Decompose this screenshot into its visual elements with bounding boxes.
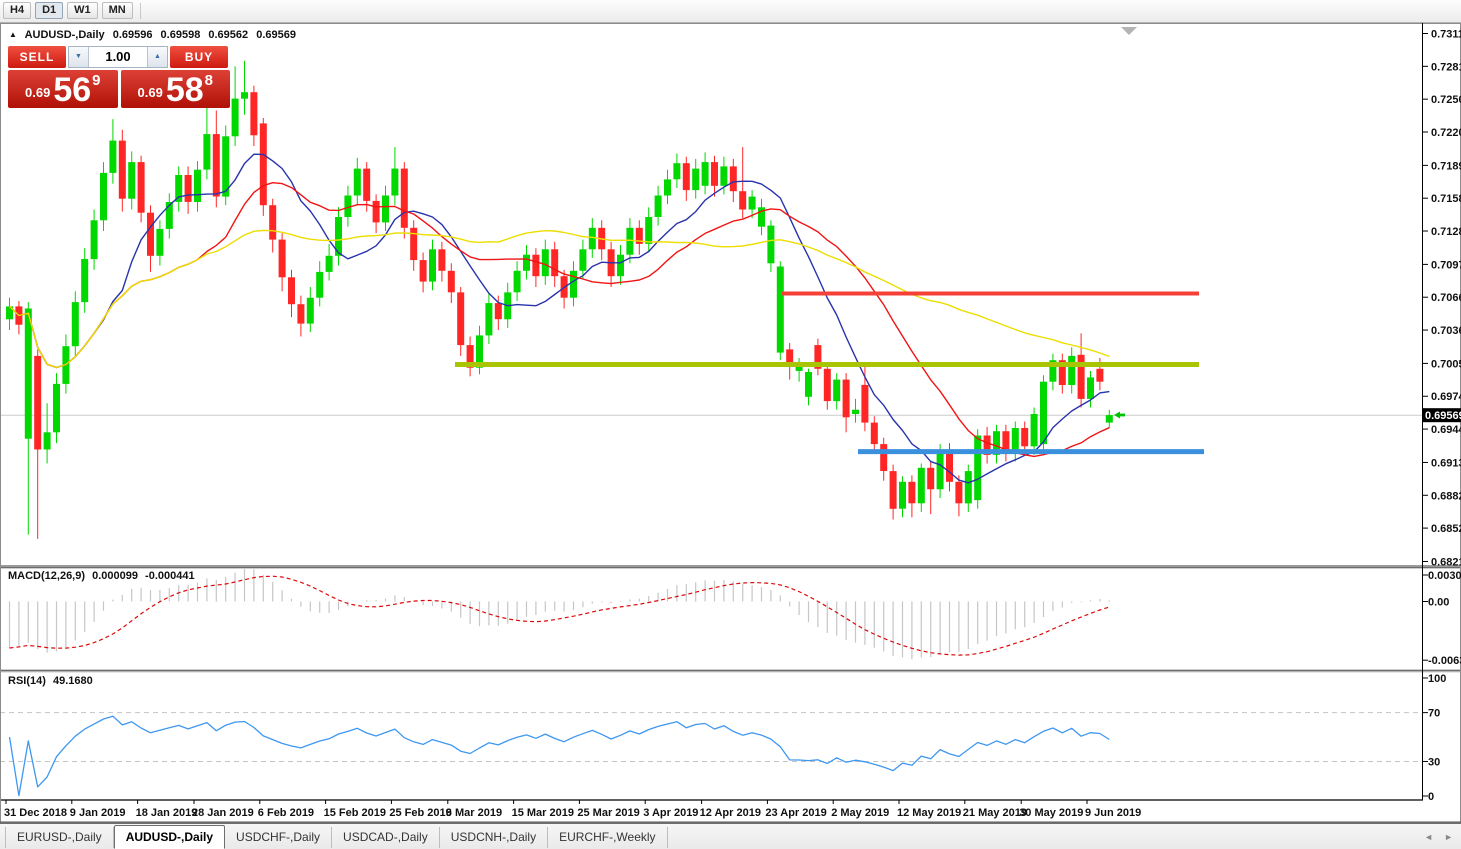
macd-title: MACD(12,26,9) — [8, 570, 85, 582]
svg-text:0.00: 0.00 — [1428, 597, 1449, 609]
svg-text:0.71890: 0.71890 — [1431, 160, 1461, 172]
ohlc-low: 0.69562 — [208, 29, 248, 41]
svg-text:0.72810: 0.72810 — [1431, 61, 1461, 73]
tabs-scroll-left-icon[interactable]: ◄ — [1424, 832, 1433, 842]
rsi-value: 49.1680 — [53, 675, 93, 687]
volume-stepper: ▼ 1.00 ▲ — [68, 46, 168, 68]
svg-text:21 May 2019: 21 May 2019 — [963, 807, 1027, 819]
sell-price-prefix: 0.69 — [25, 85, 50, 100]
svg-text:18 Jan 2019: 18 Jan 2019 — [136, 807, 198, 819]
chart-tab-audusd[interactable]: AUDUSD-,Daily — [114, 825, 225, 849]
chart-header: ▲ AUDUSD-,Daily 0.69596 0.69598 0.69562 … — [9, 29, 296, 41]
svg-text:0.69130: 0.69130 — [1431, 457, 1461, 469]
symbol-label: AUDUSD-,Daily — [25, 29, 105, 41]
toolbar-separator — [140, 3, 141, 19]
svg-text:30: 30 — [1428, 756, 1440, 768]
rsi-title: RSI(14) — [8, 675, 46, 687]
svg-text:12 Apr 2019: 12 Apr 2019 — [700, 807, 761, 819]
svg-text:0.69440: 0.69440 — [1431, 424, 1461, 436]
buy-price-big: 58 — [166, 76, 204, 104]
macd-label: MACD(12,26,9) 0.000099 -0.000441 — [8, 570, 199, 582]
svg-text:6 Mar 2019: 6 Mar 2019 — [446, 807, 502, 819]
svg-text:31 Dec 2018: 31 Dec 2018 — [4, 807, 67, 819]
svg-text:28 Jan 2019: 28 Jan 2019 — [192, 807, 254, 819]
current-price-badge: 0.69569 — [1425, 410, 1461, 422]
svg-text:2 May 2019: 2 May 2019 — [831, 807, 889, 819]
svg-text:25 Mar 2019: 25 Mar 2019 — [577, 807, 639, 819]
sell-price-big: 56 — [53, 76, 91, 104]
svg-text:30 May 2019: 30 May 2019 — [1019, 807, 1083, 819]
svg-text:0.70970: 0.70970 — [1431, 259, 1461, 271]
volume-decrease-icon[interactable]: ▼ — [69, 47, 89, 67]
ohlc-close: 0.69569 — [256, 29, 296, 41]
chart-tab-eurchf[interactable]: EURCHF-,Weekly — [548, 827, 667, 848]
rsi-label: RSI(14) 49.1680 — [8, 675, 97, 687]
svg-text:0: 0 — [1428, 791, 1434, 803]
macd-value-main: 0.000099 — [92, 570, 138, 582]
svg-text:25 Feb 2019: 25 Feb 2019 — [389, 807, 451, 819]
svg-text:15 Mar 2019: 15 Mar 2019 — [512, 807, 574, 819]
buy-price-quote[interactable]: 0.69 58 8 — [121, 70, 231, 108]
timeframe-button-mn[interactable]: MN — [102, 2, 133, 19]
svg-text:0.68520: 0.68520 — [1431, 523, 1461, 535]
svg-text:6 Feb 2019: 6 Feb 2019 — [258, 807, 314, 819]
ohlc-high: 0.69598 — [161, 29, 201, 41]
buy-button[interactable]: BUY — [170, 46, 228, 68]
svg-text:0.72505: 0.72505 — [1431, 94, 1461, 106]
svg-text:0.73115: 0.73115 — [1431, 29, 1461, 41]
sell-button[interactable]: SELL — [8, 46, 66, 68]
svg-text:23 Apr 2019: 23 Apr 2019 — [765, 807, 826, 819]
svg-text:0.003035: 0.003035 — [1428, 570, 1461, 582]
ohlc-open: 0.69596 — [113, 29, 153, 41]
svg-text:0.70050: 0.70050 — [1431, 358, 1461, 370]
mt4-window: 0.73115 0.72810 0.72505 0.72200 0.71890 0.715… — [0, 0, 1461, 849]
chart-tabs-bar: EURUSD-,DailyAUDUSD-,DailyUSDCHF-,DailyU… — [0, 823, 1461, 849]
svg-text:0.71280: 0.71280 — [1431, 226, 1461, 238]
timeframe-button-d1[interactable]: D1 — [35, 2, 63, 19]
one-click-trading-panel: SELL ▼ 1.00 ▲ BUY 0.69 56 9 0.69 58 8 — [8, 46, 230, 108]
volume-input[interactable]: 1.00 — [89, 47, 147, 67]
svg-text:9 Jan 2019: 9 Jan 2019 — [70, 807, 126, 819]
tabs-scroll-right-icon[interactable]: ► — [1444, 832, 1453, 842]
timeframe-button-h4[interactable]: H4 — [3, 2, 31, 19]
chart-tab-eurusd[interactable]: EURUSD-,Daily — [5, 827, 114, 848]
buy-price-pip: 8 — [205, 72, 213, 89]
svg-text:0.70360: 0.70360 — [1431, 325, 1461, 337]
svg-text:3 Apr 2019: 3 Apr 2019 — [643, 807, 698, 819]
svg-text:0.69745: 0.69745 — [1431, 391, 1461, 403]
svg-text:12 May 2019: 12 May 2019 — [897, 807, 961, 819]
timeframe-button-w1[interactable]: W1 — [67, 2, 98, 19]
svg-text:-0.006311: -0.006311 — [1428, 655, 1461, 667]
buy-price-prefix: 0.69 — [138, 85, 163, 100]
svg-text:0.70665: 0.70665 — [1431, 292, 1461, 304]
volume-increase-icon[interactable]: ▲ — [147, 47, 167, 67]
svg-text:70: 70 — [1428, 708, 1440, 720]
svg-text:0.68210: 0.68210 — [1431, 556, 1461, 568]
chart-tab-usdchf[interactable]: USDCHF-,Daily — [225, 827, 332, 848]
price-chart-canvas[interactable]: 0.73115 0.72810 0.72505 0.72200 0.71890 0.715… — [0, 0, 1461, 849]
chart-tab-usdcnh[interactable]: USDCNH-,Daily — [440, 827, 548, 848]
sell-price-quote[interactable]: 0.69 56 9 — [8, 70, 118, 108]
svg-text:100: 100 — [1428, 673, 1446, 685]
svg-text:0.68825: 0.68825 — [1431, 490, 1461, 502]
sell-price-pip: 9 — [92, 72, 100, 89]
svg-text:0.71585: 0.71585 — [1431, 193, 1461, 205]
timeframe-toolbar: H4D1W1MN — [0, 0, 1461, 23]
chart-tab-usdcad[interactable]: USDCAD-,Daily — [332, 827, 440, 848]
macd-value-signal: -0.000441 — [145, 570, 195, 582]
svg-text:0.72200: 0.72200 — [1431, 127, 1461, 139]
svg-text:9 Jun 2019: 9 Jun 2019 — [1085, 807, 1141, 819]
collapse-panel-icon[interactable]: ▲ — [9, 30, 17, 39]
svg-text:15 Feb 2019: 15 Feb 2019 — [324, 807, 386, 819]
